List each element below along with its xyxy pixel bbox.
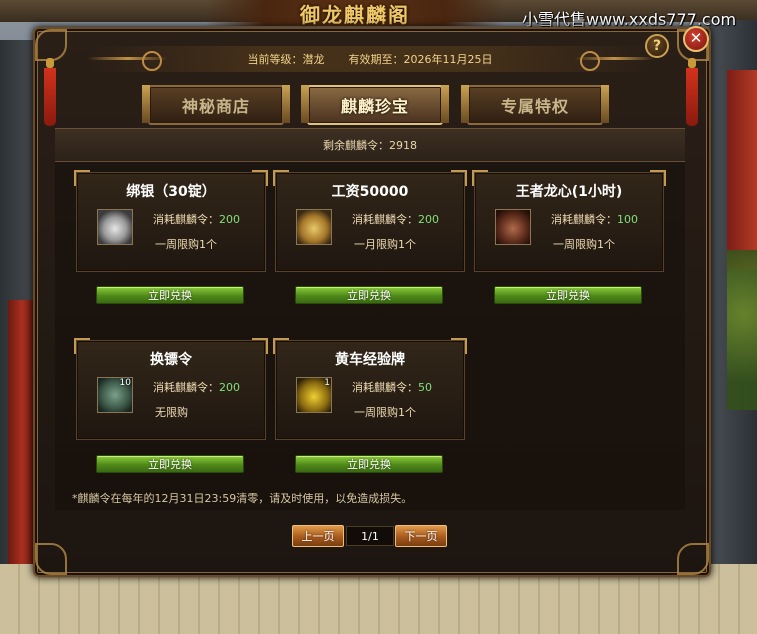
redeem-button[interactable]: 立即兑换 <box>96 455 244 473</box>
tab-qilin-treasures[interactable]: 麒麟珍宝 <box>301 85 449 125</box>
tab-exclusive-privileges[interactable]: 专属特权 <box>461 85 609 125</box>
item-cost: 消耗麒麟令：50 <box>352 381 432 394</box>
close-button[interactable]: ✕ <box>683 26 709 52</box>
tab-mystery-shop[interactable]: 神秘商店 <box>142 85 290 125</box>
item-card: 黄车经验牌 1 消耗麒麟令：50 一周限购1个 <box>273 338 467 440</box>
redeem-button[interactable]: 立即兑换 <box>295 286 443 304</box>
item-cost: 消耗麒麟令：200 <box>153 381 240 394</box>
window-title-banner: 御龙麒麟阁 <box>205 0 505 27</box>
purchase-limit: 一周限购1个 <box>354 406 416 419</box>
yellow-cart-icon[interactable]: 1 <box>296 377 332 413</box>
tab-label: 专属特权 <box>500 97 569 116</box>
redeem-label: 立即兑换 <box>347 458 391 471</box>
current-level: 当前等级：潜龙 <box>247 53 325 66</box>
redeem-button[interactable]: 立即兑换 <box>96 286 244 304</box>
item-name: 换镖令 <box>150 352 192 368</box>
reset-notice: *麒麟令在每年的12月31日23:59清零，请及时使用，以免造成损失。 <box>72 492 413 505</box>
next-page-button[interactable]: 下一页 <box>395 525 447 547</box>
tab-label: 麒麟珍宝 <box>340 97 409 116</box>
redeem-label: 立即兑换 <box>546 289 590 302</box>
remaining-tokens: 剩余麒麟令：2918 <box>323 139 417 152</box>
redeem-label: 立即兑换 <box>148 289 192 302</box>
redeem-label: 立即兑换 <box>148 458 192 471</box>
purchase-limit: 一周限购1个 <box>155 238 217 251</box>
expiry-date: 有效期至：2026年11月25日 <box>348 53 493 66</box>
item-card: 王者龙心(1小时) 消耗麒麟令：100 一周限购1个 <box>472 170 666 272</box>
tassel-ornament <box>686 58 698 128</box>
money-bag-icon[interactable] <box>296 209 332 245</box>
item-cost: 消耗麒麟令：100 <box>551 213 638 226</box>
remaining-tokens-bar: 剩余麒麟令：2918 <box>55 128 685 162</box>
silver-ingot-icon[interactable] <box>97 209 133 245</box>
purchase-limit: 一周限购1个 <box>553 238 615 251</box>
next-page-label: 下一页 <box>404 530 438 543</box>
page-indicator: 1/1 <box>346 526 394 546</box>
item-card: 换镖令 10 消耗麒麟令：200 无限购 <box>74 338 268 440</box>
purchase-limit: 一月限购1个 <box>354 238 416 251</box>
tab-label: 神秘商店 <box>181 97 250 116</box>
item-name: 黄车经验牌 <box>335 352 405 368</box>
corner-ornament <box>29 537 73 581</box>
status-header: 当前等级：潜龙 有效期至：2026年11月25日 <box>90 46 650 72</box>
item-name: 王者龙心(1小时) <box>515 184 623 200</box>
redeem-label: 立即兑换 <box>347 289 391 302</box>
item-cost: 消耗麒麟令：200 <box>153 213 240 226</box>
item-quantity: 10 <box>119 378 131 388</box>
window-title: 御龙麒麟阁 <box>300 2 410 27</box>
dragon-heart-icon[interactable] <box>495 209 531 245</box>
prev-page-button[interactable]: 上一页 <box>292 525 344 547</box>
prev-page-label: 上一页 <box>301 530 335 543</box>
item-name: 工资50000 <box>331 184 409 200</box>
item-cost: 消耗麒麟令：200 <box>352 213 439 226</box>
tassel-ornament <box>44 58 56 128</box>
redeem-button[interactable]: 立即兑换 <box>295 455 443 473</box>
escort-token-icon[interactable]: 10 <box>97 377 133 413</box>
item-card: 绑银（30锭） 消耗麒麟令：200 一周限购1个 <box>74 170 268 272</box>
item-card: 工资50000 消耗麒麟令：200 一月限购1个 <box>273 170 467 272</box>
item-name: 绑银（30锭） <box>126 184 216 200</box>
item-quantity: 1 <box>324 378 330 388</box>
corner-ornament <box>671 537 715 581</box>
purchase-limit: 无限购 <box>155 406 188 419</box>
redeem-button[interactable]: 立即兑换 <box>494 286 642 304</box>
